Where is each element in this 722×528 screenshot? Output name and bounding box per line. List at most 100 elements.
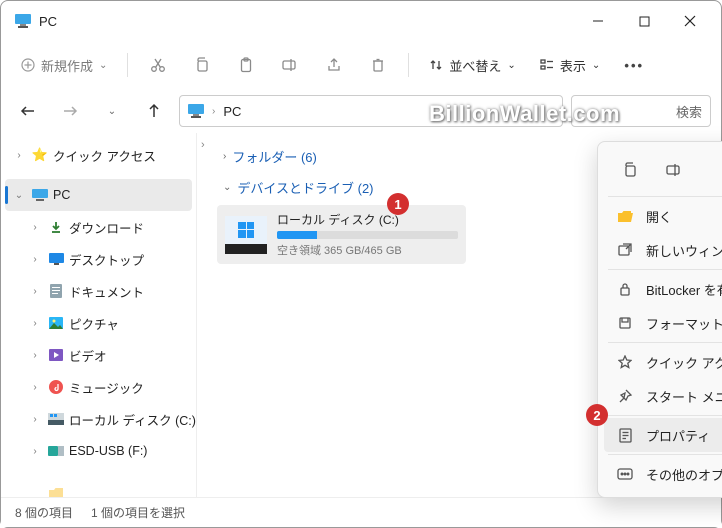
format-icon <box>616 316 634 330</box>
sidebar-item-music[interactable]: ›ミュージック <box>1 371 196 403</box>
video-icon <box>47 346 65 364</box>
search-box[interactable]: 検索 <box>571 95 711 127</box>
sidebar-item-pictures[interactable]: ›ピクチャ <box>1 307 196 339</box>
recent-chevron[interactable]: ⌄ <box>95 94 129 128</box>
expand-icon[interactable]: › <box>27 414 43 425</box>
ctx-open-new-window[interactable]: 新しいウィンドウで開く <box>604 233 722 267</box>
download-icon <box>47 218 65 236</box>
ctx-pin-quickaccess[interactable]: クイック アクセスにピン留めする <box>604 345 722 379</box>
sidebar-item-quickaccess[interactable]: ›⭐クイック アクセス <box>1 139 196 171</box>
cut-button[interactable] <box>138 47 178 83</box>
sidebar-item-usb[interactable]: ›ESD-USB (F:) <box>1 435 196 467</box>
back-button[interactable] <box>11 94 45 128</box>
separator <box>608 342 722 343</box>
expand-icon[interactable]: › <box>27 350 43 361</box>
properties-icon <box>616 428 634 443</box>
ctx-label: 開く <box>646 207 722 226</box>
forward-button[interactable] <box>53 94 87 128</box>
separator <box>608 415 722 416</box>
expand-icon[interactable]: ⌄ <box>11 190 27 201</box>
drive-name: ローカル ディスク (C:) <box>277 211 458 228</box>
expand-icon[interactable]: › <box>27 254 43 265</box>
context-quickactions <box>604 148 722 194</box>
ctx-label: BitLocker を有効にする <box>646 280 722 299</box>
address-bar[interactable]: › PC <box>179 95 563 127</box>
drive-free: 空き領域 365 GB/465 GB <box>277 242 458 258</box>
expand-icon[interactable]: › <box>27 222 43 233</box>
new-button[interactable]: 新規作成 ⌄ <box>11 47 117 83</box>
pc-icon <box>31 186 49 204</box>
expand-icon[interactable]: › <box>27 318 43 329</box>
context-menu: 開くEnter 新しいウィンドウで開く BitLocker を有効にする フォー… <box>597 141 722 498</box>
chevron-right-icon: › <box>212 106 215 117</box>
toolbar: 新規作成 ⌄ 並べ替え ⌄ 表示 ⌄ ••• <box>1 41 721 89</box>
drive-item[interactable]: ローカル ディスク (C:) 空き領域 365 GB/465 GB <box>217 205 466 264</box>
sort-button[interactable]: 並べ替え ⌄ <box>419 47 525 83</box>
chevron-down-icon: ⌄ <box>507 60 515 71</box>
drive-icon <box>47 410 65 428</box>
ctx-copy-button[interactable] <box>614 154 646 186</box>
minimize-button[interactable] <box>575 5 621 37</box>
view-button[interactable]: 表示 ⌄ <box>530 47 610 83</box>
title-bar: PC <box>1 1 721 41</box>
expand-icon[interactable]: › <box>11 150 27 161</box>
copy-button[interactable] <box>182 47 222 83</box>
drive-info: ローカル ディスク (C:) 空き領域 365 GB/465 GB <box>277 211 458 258</box>
expand-icon[interactable]: › <box>27 286 43 297</box>
more-button[interactable]: ••• <box>614 47 654 83</box>
status-count: 8 個の項目 <box>15 504 73 521</box>
sidebar-item-documents[interactable]: › ドキュメント <box>1 275 196 307</box>
sidebar-label: ドキュメント <box>69 282 144 301</box>
document-icon <box>47 282 65 300</box>
drive-icon <box>225 216 267 254</box>
status-selected: 1 個の項目を選択 <box>91 504 185 521</box>
main-pane: ›フォルダー (6) ⌄デバイスとドライブ (2) ローカル ディスク (C:)… <box>197 133 721 497</box>
window-controls <box>575 5 713 37</box>
sidebar-item-videos[interactable]: ›ビデオ <box>1 339 196 371</box>
sidebar-label: ローカル ディスク (C:) <box>69 410 196 429</box>
music-icon <box>47 378 65 396</box>
chevron-down-icon: ⌄ <box>592 60 600 71</box>
ctx-pin-start[interactable]: スタート メニューにピン留めする <box>604 379 722 413</box>
ctx-format[interactable]: フォーマット... <box>604 306 722 340</box>
address-text: PC <box>223 104 241 119</box>
ctx-label: 新しいウィンドウで開く <box>646 241 722 260</box>
close-button[interactable] <box>667 5 713 37</box>
rename-button[interactable] <box>270 47 310 83</box>
ctx-properties[interactable]: プロパティ Alt+Enter <box>604 418 722 452</box>
ctx-label: フォーマット... <box>646 314 722 333</box>
new-label: 新規作成 <box>41 56 93 75</box>
up-button[interactable] <box>137 94 171 128</box>
paste-button[interactable] <box>226 47 266 83</box>
ctx-label: プロパティ <box>646 426 722 445</box>
ctx-bitlocker[interactable]: BitLocker を有効にする <box>604 272 722 306</box>
ctx-label: その他のオプションを表示 <box>646 465 722 484</box>
sidebar-item-pc[interactable]: ⌄ PC <box>5 179 192 211</box>
sidebar-item-localdisk[interactable]: › ローカル ディスク (C:) <box>1 403 196 435</box>
maximize-button[interactable] <box>621 5 667 37</box>
expand-icon[interactable]: › <box>27 382 43 393</box>
desktop-icon <box>47 250 65 268</box>
share-button[interactable] <box>314 47 354 83</box>
status-bar: 8 個の項目 1 個の項目を選択 <box>1 497 721 527</box>
ctx-rename-button[interactable] <box>658 154 690 186</box>
separator <box>608 454 722 455</box>
sidebar-item-desktop[interactable]: ›デスクトップ <box>1 243 196 275</box>
delete-button[interactable] <box>358 47 398 83</box>
ctx-more-options[interactable]: その他のオプションを表示Shift+F10 <box>604 457 722 491</box>
lock-icon <box>616 282 634 296</box>
annotation-badge-2: 2 <box>586 404 608 426</box>
expand-icon[interactable]: › <box>27 446 43 457</box>
star-outline-icon <box>616 355 634 369</box>
nav-row: ⌄ › PC 検索 <box>1 89 721 133</box>
divider <box>127 53 128 77</box>
pin-icon <box>616 389 634 403</box>
sidebar-label: PC <box>53 188 70 202</box>
chevron-right-icon: › <box>223 151 226 162</box>
ctx-open[interactable]: 開くEnter <box>604 199 722 233</box>
sidebar-item-cut <box>1 477 196 497</box>
windows-logo-icon <box>238 222 254 238</box>
sidebar-item-downloads[interactable]: ›ダウンロード <box>1 211 196 243</box>
sort-label: 並べ替え <box>449 56 501 75</box>
chevron-down-icon: ⌄ <box>223 182 231 193</box>
